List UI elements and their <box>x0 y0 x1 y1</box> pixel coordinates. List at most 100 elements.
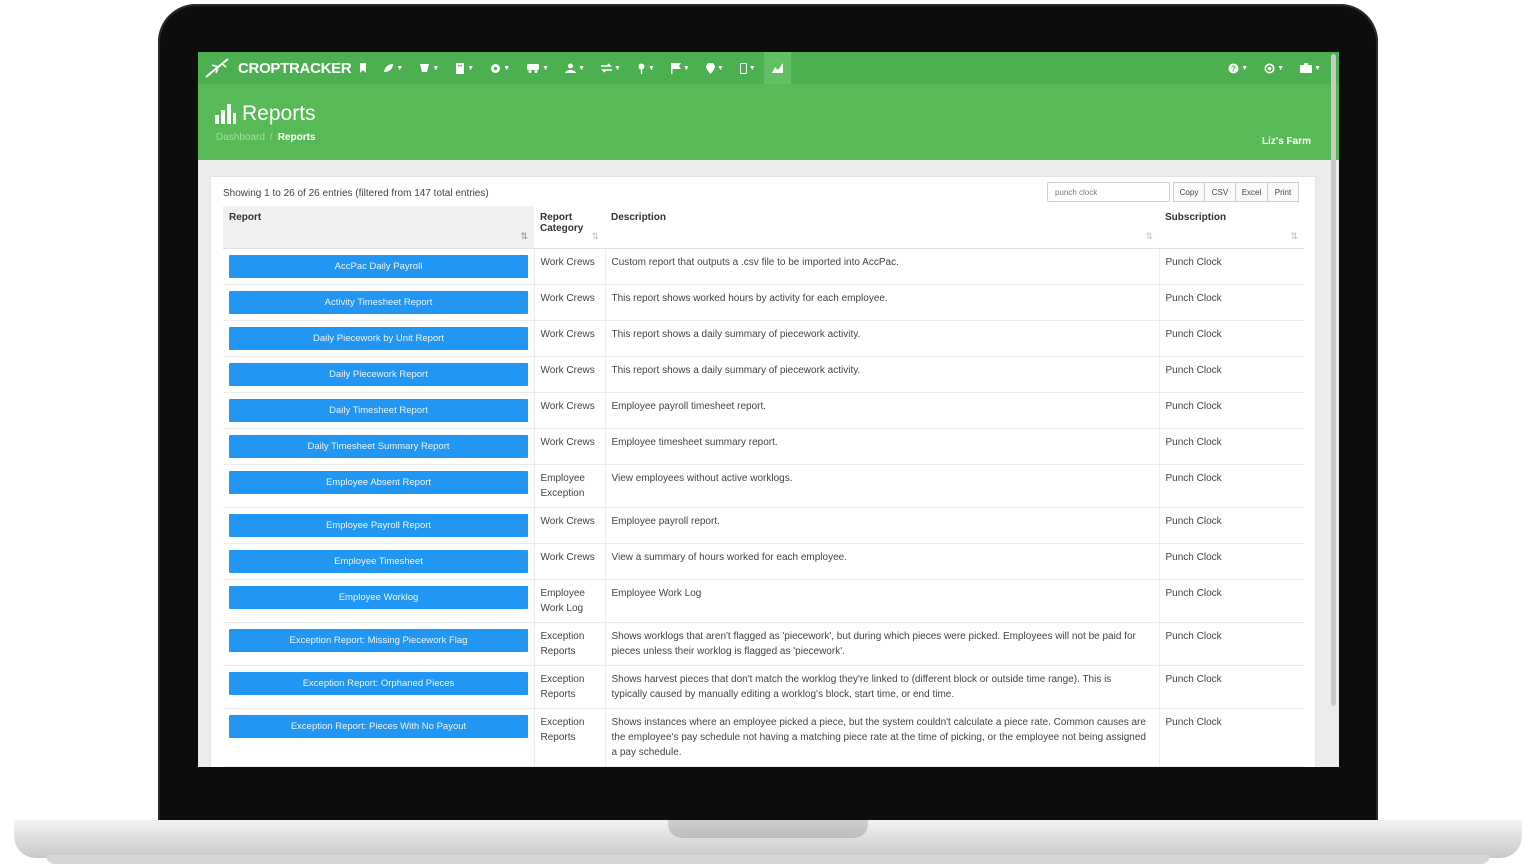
brand-logo[interactable]: CROPTRACKER <box>198 57 352 79</box>
subscription-cell: Punch Clock <box>1158 708 1304 767</box>
csv-button[interactable]: CSV <box>1204 182 1236 202</box>
report-button[interactable]: Employee Payroll Report <box>229 513 528 537</box>
nav-pin-menu[interactable]: ▼ <box>629 52 663 84</box>
nav-transfer-menu[interactable]: ▼ <box>593 52 629 84</box>
breadcrumb-separator: / <box>269 132 273 143</box>
report-button[interactable]: Daily Piecework by Unit Report <box>229 326 528 350</box>
brand-name: CROPTRACKER <box>238 59 352 77</box>
chevron-down-icon: ▼ <box>578 64 585 72</box>
nav-plant-menu[interactable]: ▼ <box>411 52 447 84</box>
print-button[interactable]: Print <box>1267 182 1299 202</box>
report-button[interactable]: Employee Worklog <box>229 585 528 609</box>
col-header-subscription[interactable]: Subscription ⇅ <box>1159 206 1304 249</box>
excel-button[interactable]: Excel <box>1235 182 1268 202</box>
report-cell: Daily Piecework Report <box>223 356 534 393</box>
table-row: Exception Report: Pieces With No Payout E… <box>223 708 1304 767</box>
report-cell: Daily Piecework by Unit Report <box>223 320 534 357</box>
category-cell: Exception Reports <box>533 708 605 767</box>
table-row: Daily Piecework by Unit Report Work Crews… <box>223 320 1304 357</box>
nav-flag-menu[interactable]: ▼ <box>663 52 698 84</box>
col-header-category-label-2: Category <box>540 223 584 234</box>
top-navbar: CROPTRACKER ▼ ▼ ▼ ▼ ▼ ▼ ▼ ▼ ▼ ▼ ▼ ? ▼ ▼ … <box>198 52 1339 84</box>
subscription-cell: Punch Clock <box>1158 248 1304 285</box>
page-title: Reports <box>214 102 316 126</box>
report-button[interactable]: Exception Report: Missing Piecework Flag <box>229 628 528 652</box>
nav-location-menu[interactable]: ▼ <box>698 52 732 84</box>
support-icon <box>1264 63 1275 73</box>
subscription-cell: Punch Clock <box>1158 622 1304 666</box>
page-title-text: Reports <box>242 102 316 125</box>
report-cell: Daily Timesheet Report <box>223 392 534 429</box>
chevron-down-icon: ▼ <box>1241 64 1249 72</box>
category-cell: Work Crews <box>533 284 605 321</box>
category-cell: Exception Reports <box>533 665 605 709</box>
report-button[interactable]: AccPac Daily Payroll <box>229 254 528 278</box>
nav-help-menu[interactable]: ? ▼ <box>1220 52 1256 84</box>
description-cell: Employee payroll timesheet report. <box>604 392 1159 429</box>
subscription-cell: Punch Clock <box>1158 543 1304 580</box>
report-button[interactable]: Daily Piecework Report <box>229 362 528 386</box>
report-cell: Daily Timesheet Summary Report <box>223 428 534 465</box>
nav-leaf-menu[interactable]: ▼ <box>375 52 411 84</box>
report-button[interactable]: Exception Report: Pieces With No Payout <box>229 714 528 738</box>
nav-account-menu[interactable]: ▼ <box>1292 52 1329 84</box>
report-button[interactable]: Employee Timesheet <box>229 549 528 573</box>
col-header-report[interactable]: Report ⇅ <box>223 206 534 249</box>
chevron-down-icon: ▼ <box>1314 64 1321 72</box>
subscription-cell: Punch Clock <box>1158 579 1304 623</box>
col-header-description-label: Description <box>611 212 667 223</box>
col-header-subscription-label: Subscription <box>1165 212 1227 223</box>
description-cell: View a summary of hours worked for each … <box>604 543 1159 580</box>
nav-building-menu[interactable]: ▼ <box>447 52 482 84</box>
nav-user-menu[interactable]: ▼ <box>557 52 593 84</box>
table-row: Daily Timesheet Report Work Crews Employee… <box>223 392 1304 429</box>
report-button[interactable]: Activity Timesheet Report <box>229 290 528 314</box>
report-button[interactable]: Employee Absent Report <box>229 470 528 494</box>
export-buttons: Copy CSV Excel Print <box>1173 182 1299 202</box>
description-cell: Employee timesheet summary report. <box>604 428 1159 465</box>
category-cell: Work Crews <box>533 320 605 357</box>
description-cell: Employee payroll report. <box>604 507 1159 544</box>
table-row: Exception Report: Orphaned Pieces Excepti… <box>223 665 1304 709</box>
laptop-foot <box>46 855 1490 864</box>
search-input[interactable] <box>1047 182 1170 202</box>
subscription-cell: Punch Clock <box>1158 356 1304 393</box>
nav-bookmark[interactable] <box>351 52 375 84</box>
report-button[interactable]: Daily Timesheet Report <box>229 398 528 422</box>
help-icon: ? <box>1228 63 1239 73</box>
plant-icon <box>420 64 430 72</box>
nav-mobile-menu[interactable]: ▼ <box>732 52 764 84</box>
category-cell: Work Crews <box>533 248 605 285</box>
nav-reports[interactable] <box>763 52 791 84</box>
nav-truck-menu[interactable]: ▼ <box>518 52 557 84</box>
report-cell: AccPac Daily Payroll <box>223 248 534 285</box>
flag-icon <box>670 62 681 74</box>
col-header-description[interactable]: Description ⇅ <box>605 206 1159 249</box>
category-cell: Work Crews <box>533 507 605 544</box>
subscription-cell: Punch Clock <box>1158 392 1304 429</box>
table-row: Employee Worklog Employee Work Log Employe… <box>223 579 1304 623</box>
description-cell: Custom report that outputs a .csv file t… <box>604 248 1159 285</box>
description-cell: This report shows worked hours by activi… <box>604 284 1159 321</box>
report-button[interactable]: Exception Report: Orphaned Pieces <box>229 671 528 695</box>
description-cell: Shows worklogs that aren't flagged as 'p… <box>604 622 1159 666</box>
farm-name[interactable]: Liz's Farm <box>1262 136 1311 147</box>
mobile-icon <box>739 62 747 74</box>
nav-settings-menu[interactable]: ▼ <box>482 52 518 84</box>
table-row: AccPac Daily Payroll Work Crews Custom rep… <box>223 248 1304 285</box>
reports-icon <box>771 63 783 73</box>
reports-panel: Showing 1 to 26 of 26 entries (filtered … <box>210 176 1316 767</box>
chevron-down-icon: ▼ <box>1277 64 1285 72</box>
sort-icon: ⇅ <box>591 230 599 241</box>
report-button[interactable]: Daily Timesheet Summary Report <box>229 434 528 458</box>
nav-support-menu[interactable]: ▼ <box>1256 52 1292 84</box>
chevron-down-icon: ▼ <box>503 64 511 72</box>
col-header-category[interactable]: Report Category ⇅ <box>534 206 605 249</box>
page-scrollbar[interactable] <box>1331 54 1336 706</box>
category-cell: Exception Reports <box>533 622 605 666</box>
subscription-cell: Punch Clock <box>1158 507 1304 544</box>
copy-button[interactable]: Copy <box>1173 182 1205 202</box>
breadcrumb-dashboard-link[interactable]: Dashboard <box>216 132 265 143</box>
chevron-down-icon: ▼ <box>467 64 475 72</box>
chevron-down-icon: ▼ <box>748 64 756 72</box>
